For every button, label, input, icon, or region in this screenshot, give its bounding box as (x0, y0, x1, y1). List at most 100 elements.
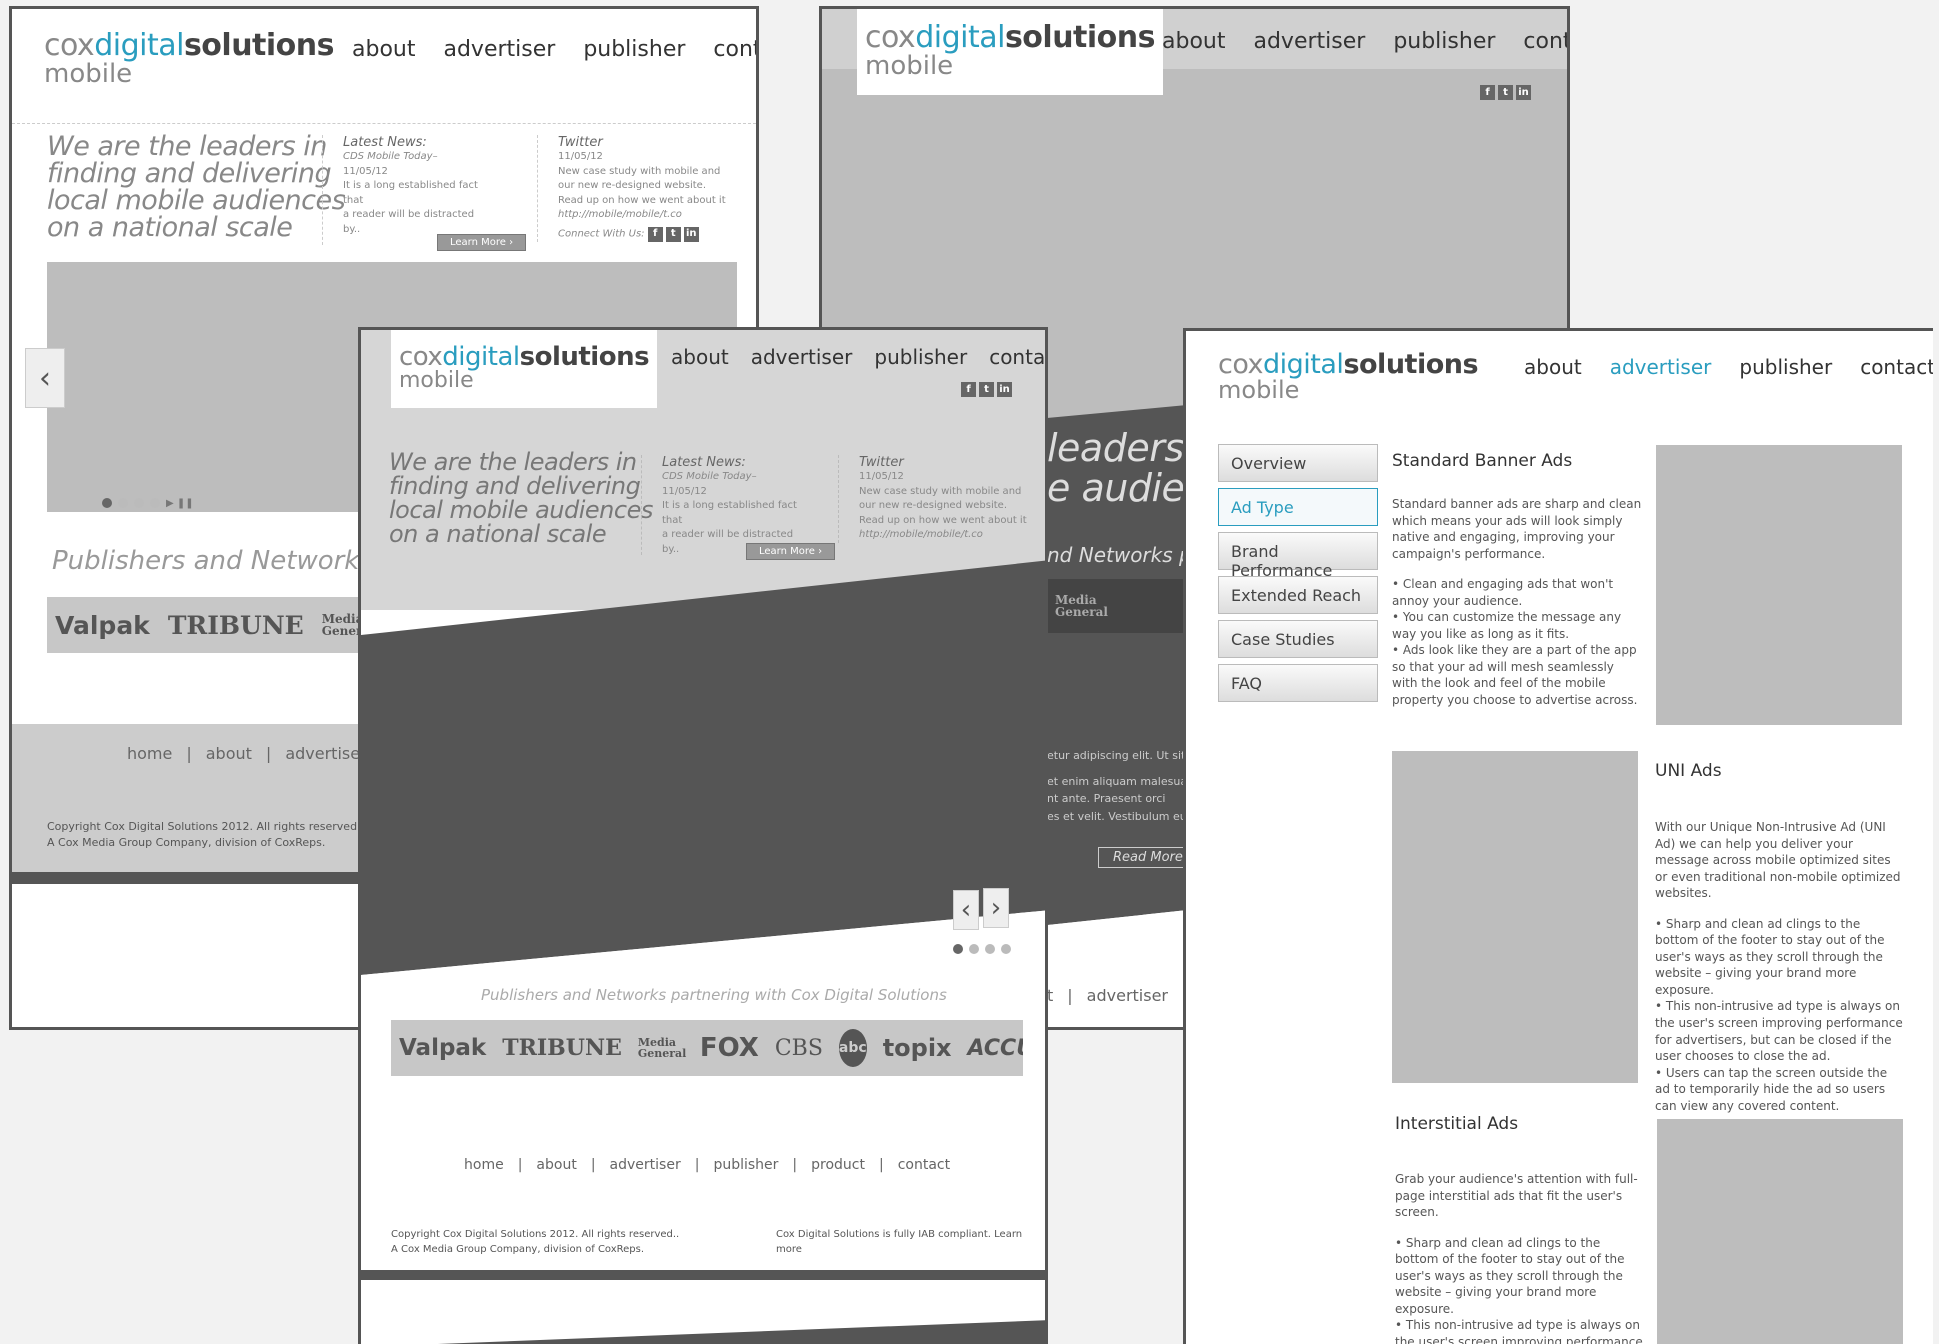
uni-ads-image (1392, 751, 1638, 1083)
logo[interactable]: coxdigitalsolutions mobile (857, 9, 1163, 95)
nav-advertiser[interactable]: advertiser (1253, 29, 1365, 54)
slider-dots[interactable] (953, 944, 1011, 954)
footer-link-publisher[interactable]: publisher (713, 1157, 778, 1173)
menu-case-studies[interactable]: Case Studies (1218, 620, 1378, 658)
twitter-title: Twitter (558, 135, 603, 150)
tagline-line: finding and delivering (47, 158, 332, 189)
footer-link-home[interactable]: home (127, 744, 172, 763)
lorem-line: es et velit. Vestibulum eu (1047, 809, 1187, 823)
twitter-date: 11/05/12 (859, 471, 904, 482)
nav-advertiser[interactable]: advertiser (751, 345, 853, 369)
footer-links: home | about | advertiser | publisher | prod… (464, 1157, 951, 1173)
copyright-line: A Cox Media Group Company, division of C… (391, 1243, 645, 1255)
twitter-link[interactable]: http://mobile/mobile/t.co (859, 529, 983, 540)
facebook-icon[interactable]: f (647, 226, 663, 242)
nav-contact[interactable]: contact (713, 37, 756, 62)
slider-dot[interactable] (102, 498, 112, 508)
footer-link-product[interactable]: product (811, 1157, 865, 1173)
footer-link-advertiser[interactable]: advertiser (1087, 986, 1168, 1005)
nav-about[interactable]: about (1162, 29, 1225, 54)
twitter-body: New case study with mobile and (859, 485, 1022, 497)
footer-link-about[interactable]: about (536, 1157, 576, 1173)
side-menu: Overview Ad Type Brand Performance Exten… (1218, 444, 1378, 708)
logo-digital: digital (94, 28, 184, 63)
learn-more-button[interactable]: Learn More › (437, 234, 527, 251)
learn-more-label: Learn More (759, 546, 815, 557)
linkedin-icon[interactable]: in (683, 226, 699, 242)
logo-topix: topix (882, 1034, 952, 1062)
slider-dots[interactable]: ▶ ❚❚ (102, 498, 194, 509)
nav-publisher[interactable]: publisher (1739, 355, 1832, 379)
footer-link-contact[interactable]: contact (898, 1157, 950, 1173)
slider-dot[interactable] (118, 498, 128, 508)
uni-ads-text: With our Unique Non-Intrusive Ad (UNI Ad… (1655, 819, 1905, 1114)
standard-ads-bullet: • You can customize the message any way … (1392, 610, 1622, 641)
hero-tagline: We are the leaders in finding and delive… (47, 133, 346, 241)
footer-link-advertiser[interactable]: advertiser (285, 744, 366, 763)
iab-notice[interactable]: Cox Digital Solutions is fully IAB compl… (776, 1228, 1045, 1257)
nav-publisher[interactable]: publisher (583, 37, 685, 62)
nav-contact[interactable]: contact (1860, 355, 1933, 379)
standard-ads-bullet: • Clean and engaging ads that won't anno… (1392, 577, 1614, 608)
slider-prev-arrow[interactable]: ‹ (25, 348, 65, 408)
logo[interactable]: coxdigitalsolutions mobile (391, 330, 658, 408)
lorem-line: et enim aliquam malesua- (1047, 774, 1192, 788)
linkedin-icon[interactable]: in (997, 382, 1012, 397)
logo[interactable]: coxdigitalsolutions mobile (44, 28, 335, 89)
twitter-icon[interactable]: t (1498, 85, 1513, 100)
logo-solutions: solutions (519, 342, 650, 372)
learn-more-button[interactable]: Learn More › (746, 543, 836, 560)
slider-dot[interactable] (985, 944, 995, 954)
twitter-icon[interactable]: t (979, 382, 994, 397)
facebook-icon[interactable]: f (961, 382, 976, 397)
twitter-title: Twitter (859, 455, 904, 470)
slider-dot[interactable] (134, 498, 144, 508)
slider-dot[interactable] (953, 944, 963, 954)
twitter-icon[interactable]: t (665, 226, 681, 242)
twitter-column: Twitter 11/05/12 New case study with mob… (537, 135, 737, 242)
logo-mobile: mobile (44, 59, 133, 89)
slider-next-arrow[interactable]: › (983, 888, 1009, 928)
footer-link-advertiser[interactable]: advertiser (610, 1157, 681, 1173)
slider-prev-arrow[interactable]: ‹ (953, 890, 979, 930)
twitter-link[interactable]: http://mobile/mobile/t.co (558, 209, 682, 220)
news-headline[interactable]: CDS Mobile Today– (343, 151, 438, 162)
copyright-line: A Cox Media Group Company, division of C… (47, 835, 326, 849)
hero-tagline: We are the leaders in finding and delive… (389, 450, 653, 546)
menu-overview[interactable]: Overview (1218, 444, 1378, 482)
facebook-icon[interactable]: f (1480, 85, 1495, 100)
play-icon[interactable]: ▶ ❚❚ (166, 498, 194, 509)
mockup-page-home-v3: coxdigitalsolutions mobile about adverti… (358, 327, 1048, 1344)
social-icons: f t in (961, 382, 1012, 397)
slider-dot[interactable] (1001, 944, 1011, 954)
slider-dot[interactable] (969, 944, 979, 954)
social-icons: f t in (647, 226, 699, 242)
slider-dot[interactable] (150, 498, 160, 508)
linkedin-icon[interactable]: in (1516, 85, 1531, 100)
nav-advertiser[interactable]: advertiser (443, 37, 555, 62)
nav-contact[interactable]: contact (1523, 29, 1567, 54)
interstitial-ads-bullet: • Sharp and clean ad clings to the botto… (1395, 1235, 1625, 1316)
menu-extended-reach[interactable]: Extended Reach (1218, 576, 1378, 614)
nav-advertiser[interactable]: advertiser (1610, 355, 1712, 379)
nav-about[interactable]: about (671, 345, 729, 369)
footer-link-about[interactable]: about (206, 744, 252, 763)
mockup-page-advertiser: coxdigitalsolutions mobile about adverti… (1183, 328, 1933, 1344)
nav-about[interactable]: about (352, 37, 415, 62)
standard-ads-image (1656, 445, 1902, 725)
standard-ads-text: Standard banner ads are sharp and clean … (1392, 496, 1642, 709)
menu-ad-type[interactable]: Ad Type (1218, 488, 1378, 526)
news-date: 11/05/12 (662, 485, 707, 497)
nav-publisher[interactable]: publisher (1393, 29, 1495, 54)
footer-link-home[interactable]: home (464, 1157, 504, 1173)
menu-brand-performance[interactable]: Brand Performance (1218, 532, 1378, 580)
menu-faq[interactable]: FAQ (1218, 664, 1378, 702)
logo[interactable]: coxdigitalsolutions mobile (1218, 351, 1479, 402)
standard-ads-intro: Standard banner ads are sharp and clean … (1392, 497, 1642, 561)
nav-publisher[interactable]: publisher (874, 345, 967, 369)
nav-about[interactable]: about (1524, 355, 1582, 379)
nav-contact[interactable]: contact (989, 345, 1045, 369)
news-headline[interactable]: CDS Mobile Today– (662, 471, 757, 482)
copyright: Copyright Cox Digital Solutions 2012. Al… (47, 819, 364, 851)
logo-tribune: TRIBUNE (502, 1035, 622, 1061)
